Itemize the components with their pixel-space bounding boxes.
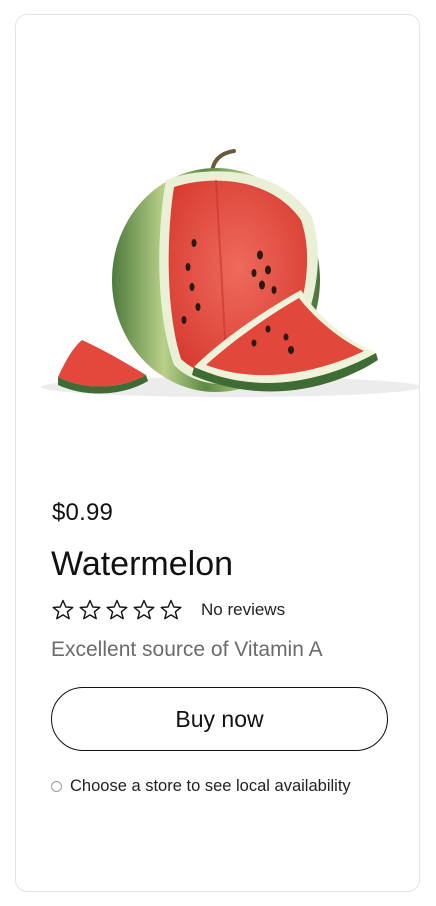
product-card[interactable]: $0.99 Watermelon No reviews Excellent so… (15, 14, 420, 892)
rating-stars (51, 598, 183, 622)
rating-row: No reviews (51, 595, 285, 625)
product-title[interactable]: Watermelon (51, 545, 233, 584)
star-outline-icon (52, 599, 74, 620)
radio-icon[interactable] (51, 781, 62, 792)
star-outline-icon (79, 599, 101, 620)
product-description: Excellent source of Vitamin A (51, 638, 323, 661)
star-outline-icon (160, 599, 182, 620)
store-availability-label[interactable]: Choose a store to see local availability (70, 777, 351, 796)
buy-now-button[interactable]: Buy now (51, 687, 388, 751)
reviews-link[interactable]: No reviews (201, 600, 285, 620)
product-image[interactable] (16, 15, 420, 435)
star-outline-icon (133, 599, 155, 620)
store-availability[interactable]: Choose a store to see local availability (51, 777, 351, 796)
product-price: $0.99 (52, 499, 114, 526)
star-outline-icon (106, 599, 128, 620)
